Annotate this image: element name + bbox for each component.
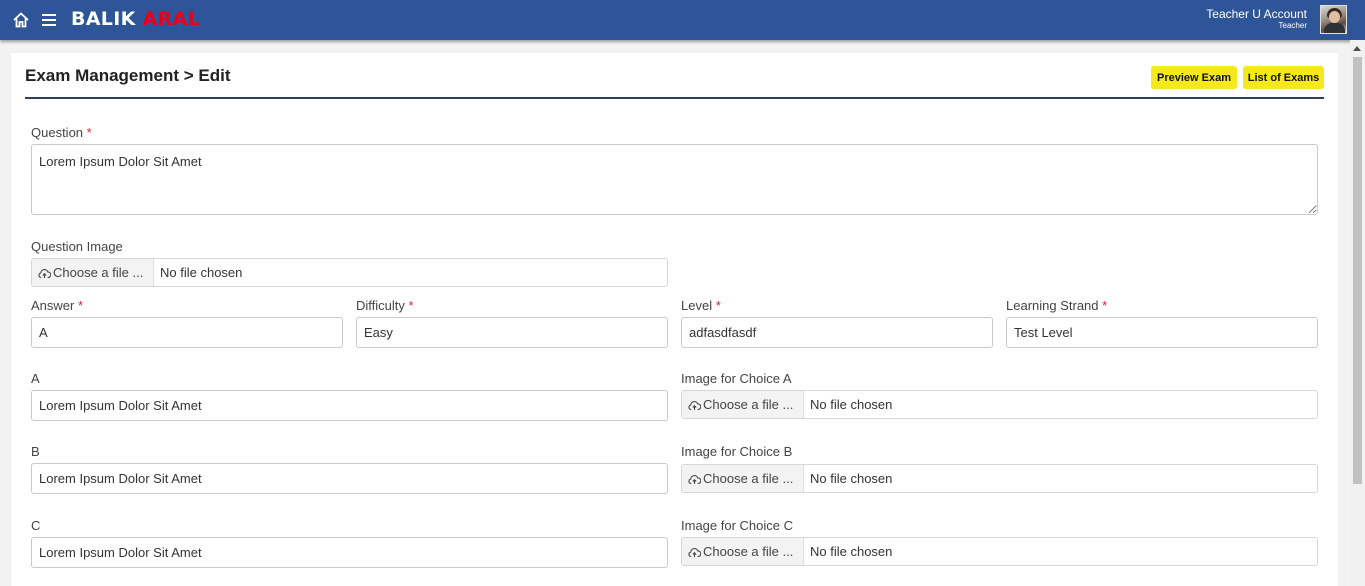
difficulty-label: Difficulty * [356, 298, 414, 313]
answer-label: Answer * [31, 298, 84, 313]
question-textarea[interactable]: Lorem Ipsum Dolor Sit Amet [31, 144, 1318, 215]
choice-c-image-label: Image for Choice C [681, 518, 793, 533]
answer-input[interactable] [31, 317, 343, 348]
vertical-scrollbar[interactable] [1350, 40, 1365, 586]
question-image-label: Question Image [31, 239, 123, 254]
choice-a-image-file-input[interactable]: Choose a file ... No file chosen [681, 390, 1318, 419]
level-input[interactable] [681, 317, 993, 348]
choice-c-image-file-input[interactable]: Choose a file ... No file chosen [681, 537, 1318, 566]
user-role: Teacher [1278, 21, 1307, 30]
choice-b-image-label: Image for Choice B [681, 444, 793, 459]
page-title: Exam Management > Edit [25, 66, 231, 85]
choice-a-label: A [31, 371, 40, 386]
cloud-upload-icon [38, 269, 52, 279]
cloud-upload-icon [688, 548, 702, 558]
learning-strand-label: Learning Strand * [1006, 298, 1108, 313]
level-label: Level * [681, 298, 721, 313]
list-of-exams-button[interactable]: List of Exams [1243, 66, 1324, 89]
brand-part2: ARAL [142, 8, 200, 30]
choice-c-label: C [31, 518, 41, 533]
brand-part1: BALIK [71, 8, 136, 30]
choose-file-button[interactable]: Choose a file ... [32, 259, 154, 286]
choose-file-button[interactable]: Choose a file ... [682, 465, 804, 492]
cloud-upload-icon [688, 475, 702, 485]
choice-c-input[interactable] [31, 537, 668, 568]
top-navbar: BALIK ARAL Teacher U Account Teacher [0, 0, 1365, 40]
learning-strand-input[interactable] [1006, 317, 1318, 348]
avatar[interactable] [1320, 5, 1347, 34]
user-info[interactable]: Teacher U Account Teacher [1206, 8, 1307, 31]
file-status: No file chosen [810, 544, 893, 559]
cloud-upload-icon [688, 401, 702, 411]
choice-a-image-label: Image for Choice A [681, 371, 792, 386]
choice-b-input[interactable] [31, 463, 668, 494]
choose-file-button[interactable]: Choose a file ... [682, 538, 804, 565]
difficulty-input[interactable] [356, 317, 668, 348]
choice-a-input[interactable] [31, 390, 668, 421]
header-divider [25, 97, 1324, 99]
scroll-up-arrow-icon[interactable] [1353, 46, 1361, 51]
choice-b-image-file-input[interactable]: Choose a file ... No file chosen [681, 464, 1318, 493]
choice-b-label: B [31, 444, 40, 459]
file-status: No file chosen [810, 471, 893, 486]
hamburger-menu-icon[interactable] [41, 12, 57, 28]
home-icon[interactable] [12, 11, 30, 29]
preview-exam-button[interactable]: Preview Exam [1151, 66, 1237, 89]
question-image-file-input[interactable]: Choose a file ... No file chosen [31, 258, 668, 287]
file-status: No file chosen [810, 397, 893, 412]
brand-logo[interactable]: BALIK ARAL [71, 8, 200, 30]
scrollbar-thumb[interactable] [1353, 57, 1362, 484]
file-status: No file chosen [160, 265, 243, 280]
choose-file-button[interactable]: Choose a file ... [682, 391, 804, 418]
user-name: Teacher U Account [1206, 7, 1307, 21]
question-label: Question * [31, 125, 92, 140]
